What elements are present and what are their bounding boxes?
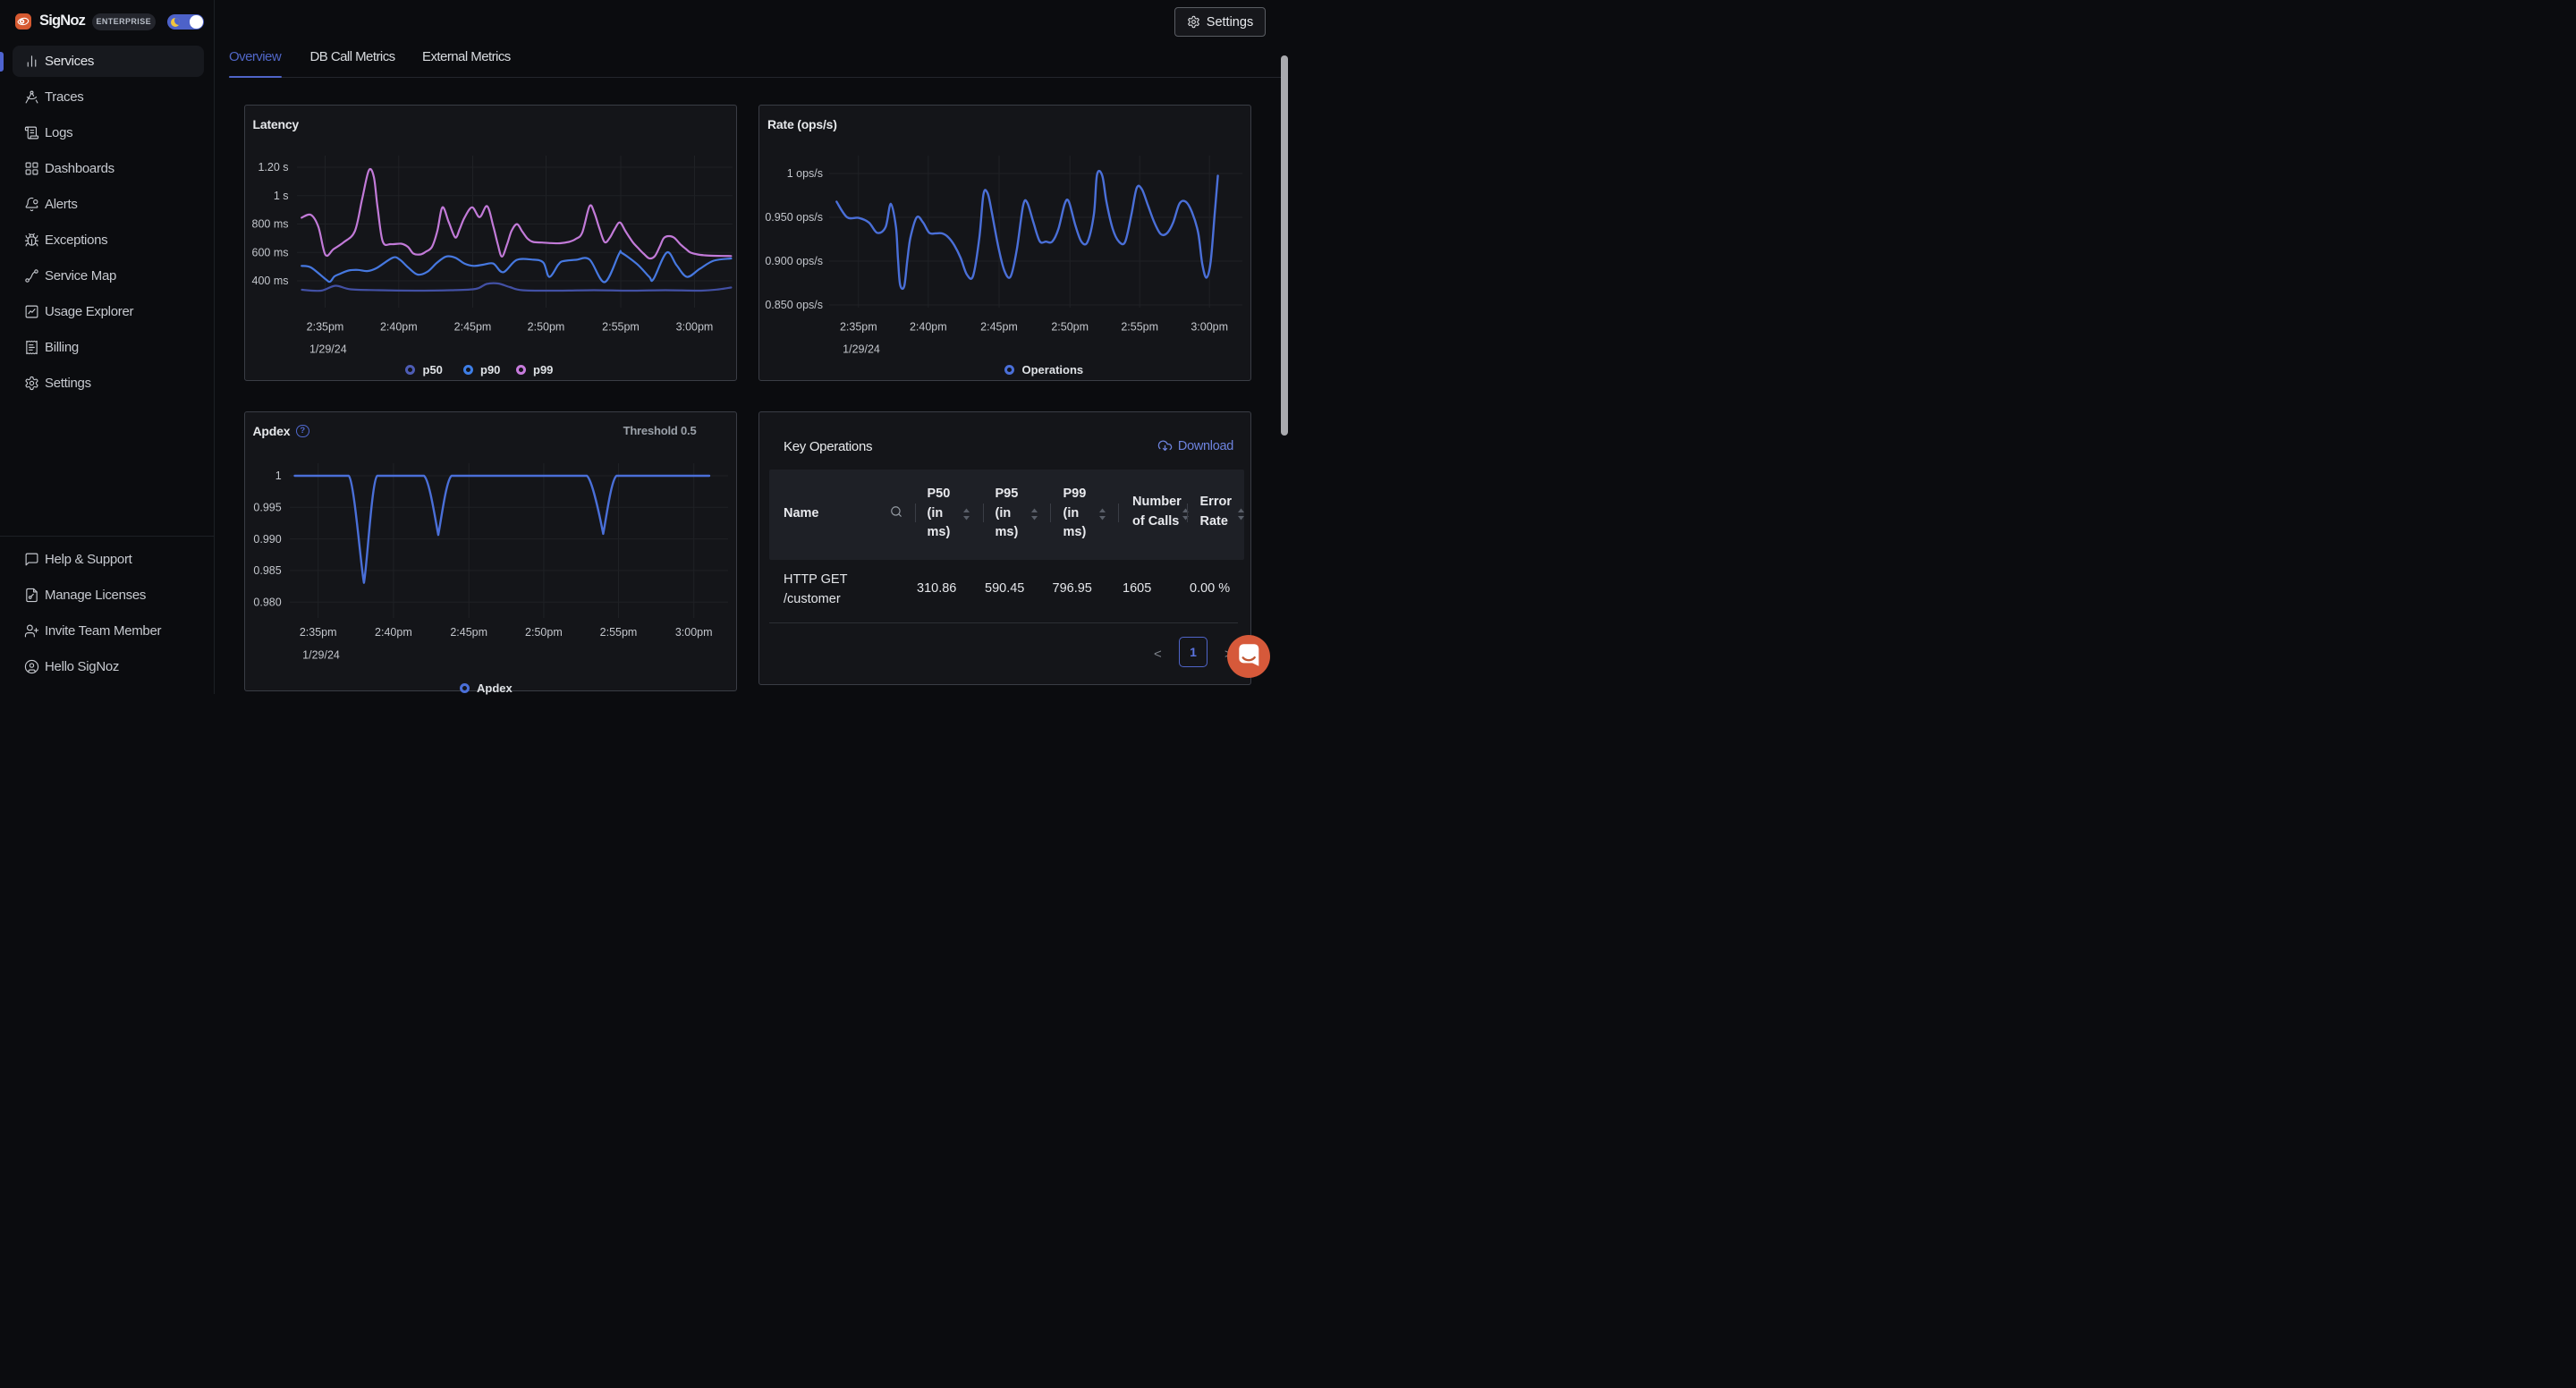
svg-text:600 ms: 600 ms: [251, 246, 288, 258]
svg-text:2:40pm: 2:40pm: [379, 321, 417, 334]
svg-text:0.900 ops/s: 0.900 ops/s: [765, 255, 823, 267]
svg-text:0.985: 0.985: [253, 564, 281, 577]
svg-text:1/29/24: 1/29/24: [843, 343, 880, 356]
svg-text:1: 1: [275, 470, 281, 482]
svg-text:2:55pm: 2:55pm: [602, 321, 640, 334]
svg-text:0.990: 0.990: [253, 532, 281, 545]
svg-text:0.950 ops/s: 0.950 ops/s: [765, 211, 823, 224]
svg-text:2:55pm: 2:55pm: [599, 626, 637, 639]
svg-text:2:55pm: 2:55pm: [1121, 321, 1158, 334]
svg-text:1.20 s: 1.20 s: [258, 161, 288, 174]
svg-text:1/29/24: 1/29/24: [302, 648, 340, 661]
svg-text:1 s: 1 s: [273, 190, 288, 202]
svg-text:0.980: 0.980: [253, 596, 281, 608]
svg-text:2:45pm: 2:45pm: [450, 626, 487, 639]
svg-text:400 ms: 400 ms: [251, 275, 288, 287]
svg-text:1 ops/s: 1 ops/s: [787, 167, 823, 180]
svg-text:2:50pm: 2:50pm: [527, 321, 564, 334]
svg-text:2:50pm: 2:50pm: [525, 626, 563, 639]
svg-text:3:00pm: 3:00pm: [1191, 321, 1228, 334]
svg-text:1/29/24: 1/29/24: [309, 343, 346, 356]
svg-text:2:35pm: 2:35pm: [840, 321, 877, 334]
svg-text:2:40pm: 2:40pm: [375, 626, 412, 639]
svg-text:2:35pm: 2:35pm: [299, 626, 336, 639]
svg-text:3:00pm: 3:00pm: [675, 321, 713, 334]
svg-text:2:50pm: 2:50pm: [1051, 321, 1089, 334]
svg-text:0.850 ops/s: 0.850 ops/s: [765, 299, 823, 311]
svg-text:2:35pm: 2:35pm: [306, 321, 343, 334]
svg-text:2:40pm: 2:40pm: [910, 321, 947, 334]
svg-text:2:45pm: 2:45pm: [453, 321, 491, 334]
svg-text:800 ms: 800 ms: [251, 218, 288, 231]
svg-text:3:00pm: 3:00pm: [674, 626, 712, 639]
svg-text:2:45pm: 2:45pm: [980, 321, 1018, 334]
svg-text:0.995: 0.995: [253, 501, 281, 513]
